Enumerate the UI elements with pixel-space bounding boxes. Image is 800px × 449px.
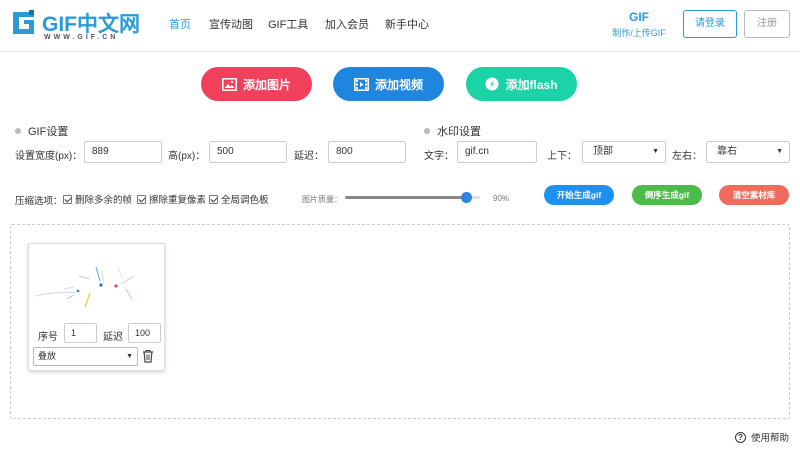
gif-settings-title: GIF设置 — [15, 123, 68, 139]
checkbox-checked[interactable] — [209, 194, 218, 204]
quality-slider-track[interactable] — [345, 196, 480, 199]
help-label: 使用帮助 — [751, 433, 790, 444]
gif-maker-title: GIF — [629, 10, 649, 24]
bullet-dot — [424, 128, 430, 135]
start-generate-button[interactable]: 开始生成gif — [544, 185, 614, 205]
chevron-down-icon: ▼ — [652, 148, 659, 155]
add-image-button[interactable]: 添加图片 — [201, 67, 312, 101]
header: GIF中文网 WWW.GIF.CN 首页 宣传动图 GIF工具 加入会员 新手中… — [0, 0, 800, 52]
trash-icon[interactable] — [142, 349, 154, 363]
nav-gif-tools[interactable]: GIF工具 — [268, 16, 308, 32]
add-flash-button[interactable]: 添加flash — [466, 67, 577, 101]
checkbox-checked[interactable] — [137, 194, 146, 204]
frame-mode-select[interactable]: 叠放 ▼ — [33, 347, 138, 366]
watermark-text-input[interactable]: gif.cn — [457, 141, 537, 163]
quality-slider-fill — [345, 196, 467, 199]
frame-index-label: 序号 — [38, 332, 58, 343]
checkbox-checked[interactable] — [63, 194, 72, 204]
frame-delay-label: 延迟 — [103, 332, 123, 343]
add-flash-label: 添加flash — [505, 77, 558, 92]
vertical-position-label: 上下： — [547, 151, 577, 162]
watermark-text-label: 文字： — [424, 151, 454, 162]
add-video-button[interactable]: 添加视频 — [333, 67, 444, 101]
frame-index-input[interactable]: 1 — [64, 323, 97, 343]
frame-image — [34, 265, 135, 308]
register-button[interactable]: 注册 — [744, 10, 790, 38]
gif-maker-subtitle: 制作/上传GIF — [612, 28, 666, 38]
nav-home[interactable]: 首页 — [169, 16, 191, 32]
checkbox-erase-pixels[interactable]: 擦除重复像素 — [137, 192, 206, 206]
image-icon — [222, 77, 237, 91]
checkbox-remove-frames[interactable]: 删除多余的帧 — [63, 192, 132, 206]
bullet-dot — [15, 128, 21, 135]
horizontal-position-select[interactable]: 靠右 ▼ — [706, 141, 790, 163]
video-icon — [354, 77, 369, 91]
add-image-label: 添加图片 — [242, 77, 291, 92]
help-icon: ? — [735, 431, 746, 443]
watermark-settings-title: 水印设置 — [424, 123, 481, 139]
height-input[interactable]: 500 — [209, 141, 287, 163]
nav-membership[interactable]: 加入会员 — [325, 16, 369, 32]
site-logo[interactable]: GIF中文网 WWW.GIF.CN — [10, 8, 140, 42]
quality-slider-handle[interactable] — [461, 192, 472, 203]
nav-beginner[interactable]: 新手中心 — [385, 16, 429, 32]
help-link[interactable]: ? 使用帮助 — [735, 430, 789, 444]
nav-promo-gifs[interactable]: 宣传动图 — [209, 16, 253, 32]
vertical-position-select[interactable]: 顶部 ▼ — [582, 141, 666, 163]
checkbox-global-palette[interactable]: 全局调色板 — [209, 192, 269, 206]
width-label: 设置宽度(px)： — [15, 151, 83, 162]
horizontal-position-label: 左右： — [672, 151, 702, 162]
add-video-label: 添加视频 — [374, 77, 423, 92]
delay-label: 延迟： — [294, 151, 324, 162]
delay-input[interactable]: 800 — [328, 141, 406, 163]
reverse-generate-button[interactable]: 倒序生成gif — [632, 185, 702, 205]
height-label: 高(px)： — [168, 151, 206, 162]
quality-label: 图片质量： — [302, 195, 342, 204]
frame-card[interactable]: 序号 1 延迟 100 叠放 ▼ — [28, 243, 165, 371]
width-input[interactable]: 889 — [84, 141, 162, 163]
login-button[interactable]: 请登录 — [683, 10, 737, 38]
frame-thumbnail — [34, 249, 160, 319]
chevron-down-icon: ▼ — [776, 148, 783, 155]
clear-library-button[interactable]: 清空素材库 — [719, 185, 789, 205]
flash-icon — [485, 77, 499, 91]
compress-label: 压缩选项： — [15, 196, 63, 207]
logo-mark-icon — [13, 10, 34, 34]
chevron-down-icon: ▼ — [126, 353, 133, 360]
quality-value: 90% — [493, 194, 510, 203]
logo-subtitle: WWW.GIF.CN — [44, 34, 119, 41]
frame-delay-input[interactable]: 100 — [128, 323, 161, 343]
gif-maker-link[interactable]: GIF 制作/上传GIF — [604, 10, 674, 39]
